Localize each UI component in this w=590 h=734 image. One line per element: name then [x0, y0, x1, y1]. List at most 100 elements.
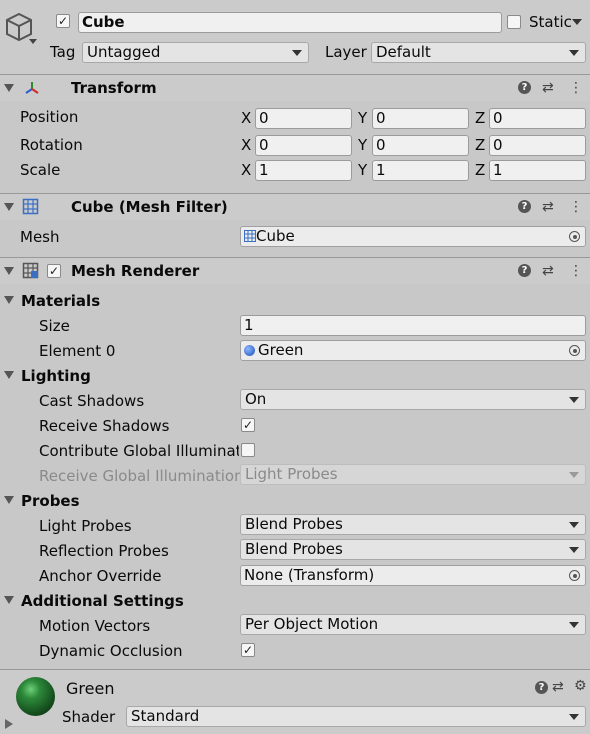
rotation-x-label[interactable]: X [241, 135, 251, 155]
active-checkbox[interactable]: ✓ [56, 14, 70, 28]
dynamic-occlusion-checkbox[interactable]: ✓ [241, 643, 255, 657]
reflection-probes-dropdown[interactable]: Blend Probes [240, 539, 586, 560]
mesh-filter-header[interactable]: Cube (Mesh Filter) ? ⇄ ⋮ [0, 193, 590, 220]
scale-y-field[interactable]: 1 [372, 160, 469, 181]
probes-label[interactable]: Probes [21, 491, 80, 511]
element0-label: Element 0 [39, 342, 116, 360]
help-icon[interactable]: ? [535, 681, 548, 694]
mesh-renderer-header[interactable]: ✓ Mesh Renderer ? ⇄ ⋮ [0, 257, 590, 284]
materials-label[interactable]: Materials [21, 291, 100, 311]
scale-y-label[interactable]: Y [358, 160, 367, 180]
mesh-filter-icon [22, 198, 39, 215]
scale-x-label[interactable]: X [241, 160, 251, 180]
help-icon[interactable]: ? [518, 264, 531, 277]
help-icon[interactable]: ? [518, 81, 531, 94]
static-label[interactable]: Static [529, 12, 572, 32]
receive-gi-dropdown: Light Probes [240, 464, 586, 485]
chevron-down-icon [569, 622, 579, 628]
position-x-field[interactable]: 0 [255, 108, 352, 129]
tag-dropdown[interactable]: Untagged [82, 42, 309, 63]
gear-icon[interactable]: ⚙ [574, 678, 587, 694]
receive-shadows-checkbox[interactable]: ✓ [241, 418, 255, 432]
gameobject-header: ✓ Cube Static Tag Untagged Layer Default [0, 0, 590, 74]
material-sphere-icon [244, 345, 255, 356]
mesh-label: Mesh [20, 228, 60, 246]
element0-object-field[interactable]: Green [240, 340, 586, 361]
light-probes-label: Light Probes [39, 517, 132, 535]
chevron-down-icon [569, 50, 579, 56]
material-preview-sphere[interactable] [16, 677, 55, 716]
size-label: Size [39, 317, 70, 335]
material-foldout-arrow-icon[interactable] [5, 719, 13, 729]
static-checkbox[interactable] [507, 15, 521, 29]
chevron-down-icon [569, 547, 579, 553]
transform-icon [25, 82, 39, 94]
anchor-override-value: None (Transform) [244, 566, 375, 584]
rotation-y-field[interactable]: 0 [372, 135, 469, 156]
settings-icon[interactable]: ⇄ [542, 80, 554, 96]
position-z-label[interactable]: Z [475, 108, 485, 128]
rotation-x-field[interactable]: 0 [255, 135, 352, 156]
motion-vectors-value: Per Object Motion [245, 615, 379, 633]
materials-foldout-icon[interactable] [4, 296, 14, 304]
foldout-arrow-icon[interactable] [4, 203, 14, 211]
static-dropdown-caret-icon[interactable] [572, 19, 582, 25]
settings-icon[interactable]: ⇄ [542, 199, 554, 215]
shader-label: Shader [62, 708, 116, 726]
object-picker-icon[interactable] [569, 345, 580, 356]
mesh-renderer-icon [22, 262, 39, 279]
layer-label: Layer [325, 43, 367, 61]
cast-shadows-dropdown[interactable]: On [240, 389, 586, 410]
chevron-down-icon [569, 714, 579, 720]
lighting-foldout-icon[interactable] [4, 371, 14, 379]
more-icon[interactable]: ⋮ [569, 263, 583, 279]
chevron-down-icon [569, 522, 579, 528]
scale-x-field[interactable]: 1 [255, 160, 352, 181]
settings-icon[interactable]: ⇄ [542, 263, 554, 279]
contribute-gi-checkbox[interactable] [241, 443, 255, 457]
icon-dropdown-caret-icon[interactable] [29, 39, 37, 44]
scale-label: Scale [20, 161, 61, 179]
object-picker-icon[interactable] [569, 231, 580, 242]
foldout-arrow-icon[interactable] [4, 267, 14, 275]
more-icon[interactable]: ⋮ [569, 80, 583, 96]
position-z-field[interactable]: 0 [489, 108, 586, 129]
shader-dropdown[interactable]: Standard [126, 706, 586, 727]
anchor-override-object-field[interactable]: None (Transform) [240, 565, 586, 586]
receive-gi-label: Receive Global Illumination [39, 467, 244, 485]
settings-icon[interactable]: ⇄ [552, 679, 564, 695]
dynamic-occlusion-label: Dynamic Occlusion [39, 642, 183, 660]
help-icon[interactable]: ? [518, 200, 531, 213]
name-field[interactable]: Cube [78, 12, 502, 33]
transform-header[interactable]: Transform ? ⇄ ⋮ [0, 74, 590, 101]
probes-foldout-icon[interactable] [4, 496, 14, 504]
object-picker-icon[interactable] [569, 570, 580, 581]
additional-settings-label[interactable]: Additional Settings [21, 591, 184, 611]
scale-z-label[interactable]: Z [475, 160, 485, 180]
rotation-y-label[interactable]: Y [358, 135, 367, 155]
transform-body: Position X 0 Y 0 Z 0 Rotation X 0 Y 0 Z … [0, 101, 590, 191]
rotation-z-label[interactable]: Z [475, 135, 485, 155]
size-field[interactable]: 1 [240, 315, 586, 336]
additional-settings-foldout-icon[interactable] [4, 596, 14, 604]
scale-z-field[interactable]: 1 [489, 160, 586, 181]
shader-value: Standard [131, 707, 200, 725]
light-probes-value: Blend Probes [245, 515, 343, 533]
tag-label: Tag [50, 43, 76, 61]
mesh-value: Cube [256, 227, 295, 245]
position-y-field[interactable]: 0 [372, 108, 469, 129]
position-x-label[interactable]: X [241, 108, 251, 128]
light-probes-dropdown[interactable]: Blend Probes [240, 514, 586, 535]
layer-dropdown[interactable]: Default [371, 42, 586, 63]
more-icon[interactable]: ⋮ [569, 199, 583, 215]
foldout-arrow-icon[interactable] [4, 84, 14, 92]
position-y-label[interactable]: Y [358, 108, 367, 128]
receive-shadows-label: Receive Shadows [39, 417, 170, 435]
material-name: Green [66, 679, 115, 698]
mesh-renderer-enabled-checkbox[interactable]: ✓ [47, 264, 61, 278]
cast-shadows-label: Cast Shadows [39, 392, 145, 410]
lighting-label[interactable]: Lighting [21, 366, 91, 386]
rotation-z-field[interactable]: 0 [489, 135, 586, 156]
motion-vectors-dropdown[interactable]: Per Object Motion [240, 614, 586, 635]
mesh-object-field[interactable]: Cube [240, 226, 586, 247]
